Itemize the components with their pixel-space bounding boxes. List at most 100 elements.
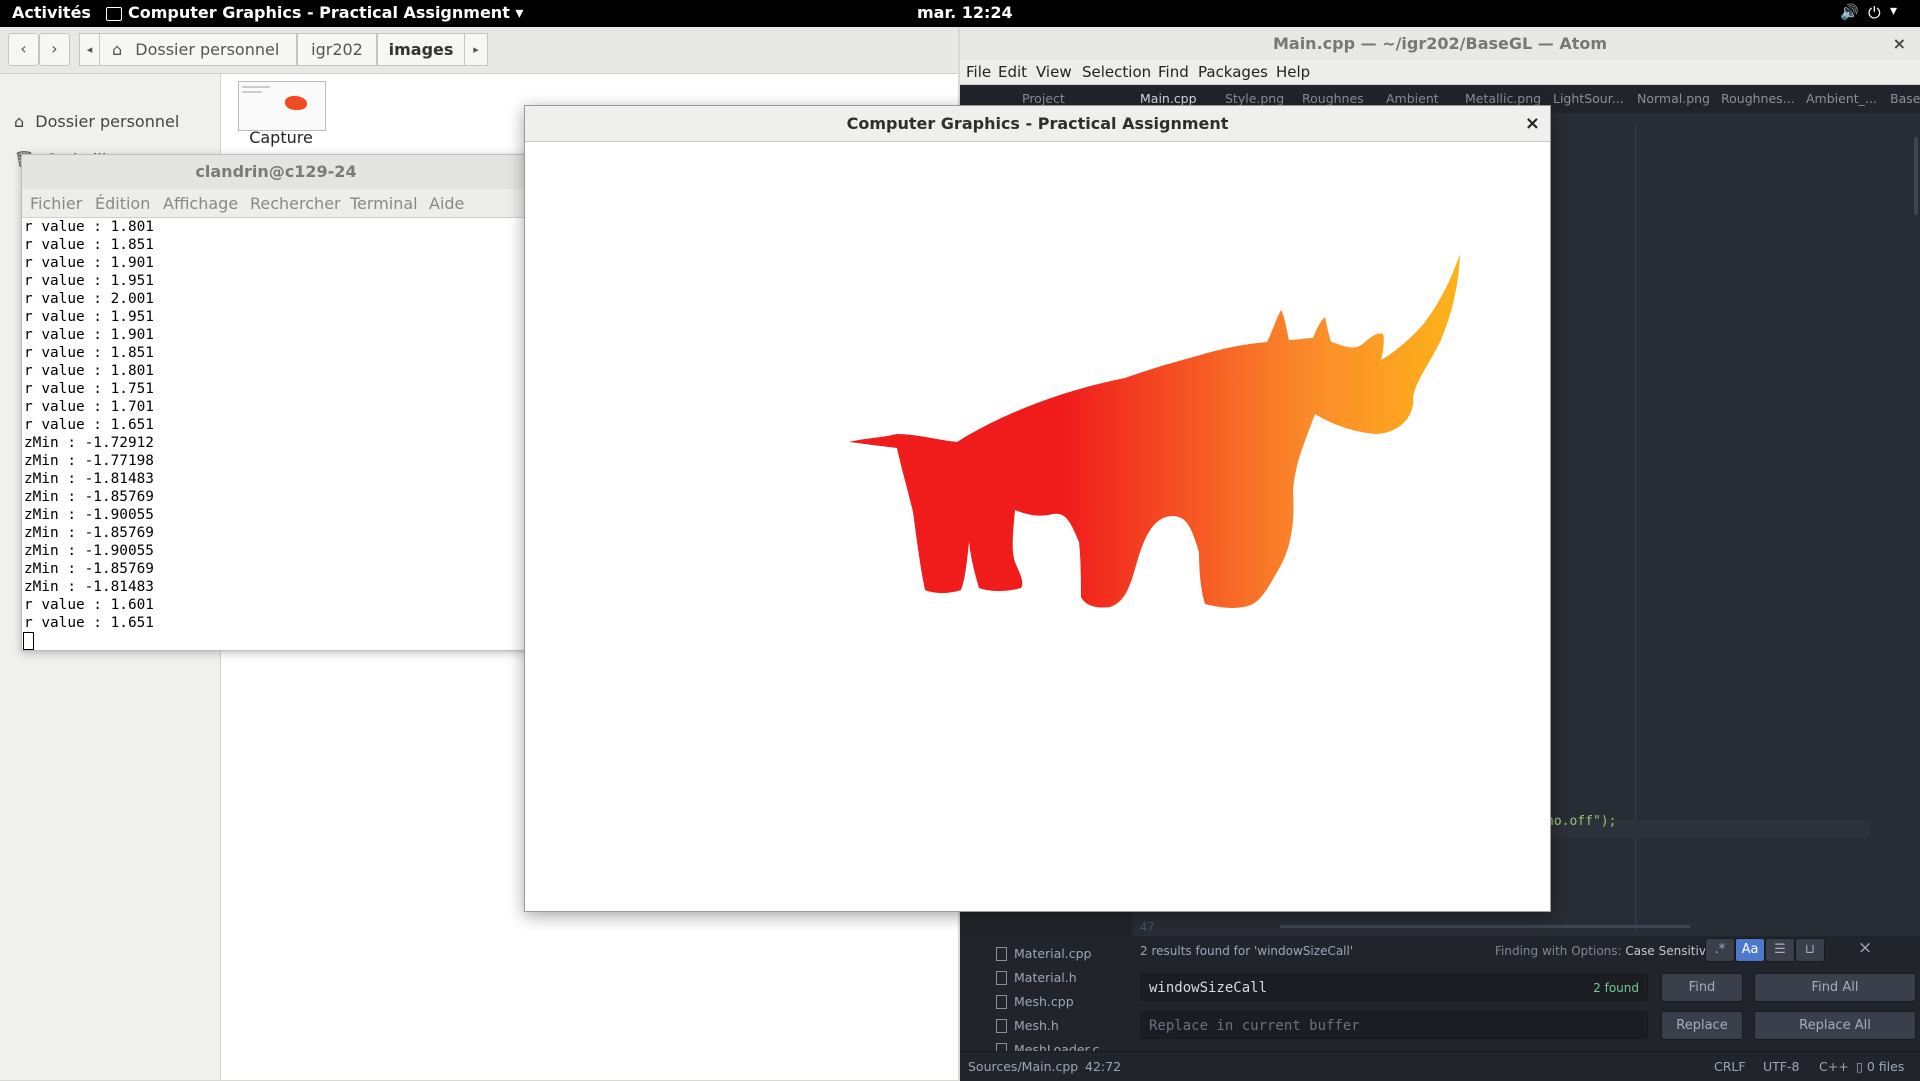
terminal-line: r value : 1.651 (24, 615, 154, 631)
terminal-line: r value : 1.651 (24, 417, 154, 433)
menu-fichier[interactable]: Fichier (30, 194, 82, 213)
case-sensitive-toggle[interactable]: Aa (1735, 938, 1765, 962)
tab-roughness[interactable]: Roughnes (1302, 91, 1364, 106)
file-icon (996, 947, 1007, 961)
replace-all-button[interactable]: Replace All (1754, 1011, 1916, 1040)
gl-window[interactable]: Computer Graphics - Practical Assignment… (524, 105, 1551, 912)
forward-button[interactable]: › (39, 33, 70, 66)
terminal-line: zMin : -1.81483 (24, 471, 154, 487)
regex-toggle[interactable]: .* (1705, 938, 1735, 962)
terminal-line: r value : 1.851 (24, 237, 154, 253)
render-canvas[interactable] (525, 142, 1550, 910)
tab-base[interactable]: Base (1890, 91, 1920, 106)
menu-edition[interactable]: Édition (95, 194, 150, 213)
status-files-label: 0 files (1866, 1059, 1905, 1074)
menu-terminal[interactable]: Terminal (350, 194, 418, 213)
file-icon (996, 995, 1007, 1009)
find-input-value: windowSizeCall (1149, 980, 1268, 996)
menu-edit[interactable]: Edit (998, 63, 1027, 81)
breadcrumb-scroll-left[interactable]: ◂ (79, 33, 100, 66)
activities-button[interactable]: Activités (12, 3, 91, 22)
status-cursor-position[interactable]: 42:72 (1085, 1059, 1121, 1074)
breadcrumb-igr202[interactable]: igr202 (297, 33, 377, 66)
tree-item-mesh-h[interactable]: Mesh.h (996, 1018, 1059, 1033)
rhino-body (849, 254, 1460, 608)
file-thumbnail[interactable] (238, 81, 326, 131)
chevron-down-icon[interactable]: ▾ (1890, 3, 1897, 19)
find-button[interactable]: Find (1661, 973, 1743, 1002)
file-label[interactable]: Capture (238, 128, 324, 147)
menu-view[interactable]: View (1036, 63, 1072, 81)
tree-item-material-h[interactable]: Material.h (996, 970, 1077, 985)
find-results-text: 2 results found for 'windowSizeCall' (1140, 944, 1354, 958)
wrap-guide (1635, 124, 1636, 932)
breadcrumb-label: Dossier personnel (135, 40, 280, 59)
replace-input[interactable]: Replace in current buffer (1140, 1011, 1648, 1039)
breadcrumb-images[interactable]: images (377, 33, 465, 66)
close-icon[interactable]: × (1893, 27, 1906, 60)
tree-item-label: Material.h (1014, 970, 1077, 985)
file-icon (996, 1019, 1007, 1033)
app-menu-label: Computer Graphics - Practical Assignment (128, 3, 510, 22)
menu-file[interactable]: File (966, 63, 991, 81)
menu-aide[interactable]: Aide (429, 194, 464, 213)
tree-item-mesh-cpp[interactable]: Mesh.cpp (996, 994, 1074, 1009)
menu-selection[interactable]: Selection (1082, 63, 1151, 81)
sidebar-item-label: Dossier personnel (35, 112, 180, 131)
terminal-title: clandrin@c129-24 (22, 155, 530, 189)
menu-find[interactable]: Find (1158, 63, 1189, 81)
tab-style-png[interactable]: Style.png (1225, 91, 1284, 106)
clock[interactable]: mar. 12:24 (917, 3, 1013, 22)
atom-title-text: Main.cpp — ~/igr202/BaseGL — Atom (1272, 34, 1608, 53)
status-line-ending[interactable]: CRLF (1714, 1059, 1746, 1074)
tab-main-cpp[interactable]: Main.cpp (1140, 91, 1197, 106)
close-icon[interactable]: × (1858, 938, 1872, 958)
find-panel: 2 results found for 'windowSizeCall' Fin… (1132, 936, 1920, 1060)
in-selection-toggle[interactable]: ☰ (1765, 938, 1795, 962)
editor-scrollbar[interactable] (1914, 137, 1918, 215)
replace-button[interactable]: Replace (1661, 1011, 1743, 1040)
terminal-line: r value : 1.801 (24, 219, 154, 235)
menu-help[interactable]: Help (1276, 63, 1310, 81)
whole-word-toggle[interactable]: ⊔ (1795, 938, 1825, 962)
horizontal-scrollbar[interactable] (1280, 925, 1690, 928)
terminal-output[interactable]: r value : 1.801 r value : 1.851 r value : … (24, 218, 154, 632)
menu-packages[interactable]: Packages (1198, 63, 1268, 81)
terminal-line: zMin : -1.85769 (24, 525, 154, 541)
tab-lightsource[interactable]: LightSour... (1553, 91, 1624, 106)
tab-project[interactable]: Project (1022, 91, 1065, 106)
breadcrumb-scroll-right[interactable]: ▸ (464, 33, 488, 66)
close-icon[interactable]: × (1525, 106, 1540, 141)
terminal-line: r value : 1.901 (24, 327, 154, 343)
tree-item-material-cpp[interactable]: Material.cpp (996, 946, 1092, 961)
atom-title: Main.cpp — ~/igr202/BaseGL — Atom × (960, 27, 1920, 60)
breadcrumb-home[interactable]: ⌂ Dossier personnel (99, 33, 297, 66)
status-encoding[interactable]: UTF-8 (1763, 1059, 1799, 1074)
home-icon: ⌂ (112, 40, 123, 59)
back-button[interactable]: ‹ (8, 33, 39, 66)
volume-icon[interactable]: 🔊 (1840, 3, 1859, 21)
tab-ambient[interactable]: Ambient (1386, 91, 1439, 106)
terminal-window[interactable]: clandrin@c129-24 Fichier Édition Afficha… (21, 154, 531, 651)
status-file-path[interactable]: Sources/Main.cpp (968, 1059, 1078, 1074)
power-icon[interactable]: ⏻ (1868, 3, 1881, 23)
clipboard-icon: ▯ (1856, 1059, 1863, 1074)
find-input[interactable]: windowSizeCall 2 found (1140, 973, 1648, 1001)
find-all-button[interactable]: Find All (1754, 973, 1916, 1002)
tree-item-label: Mesh.h (1014, 1018, 1059, 1033)
tab-roughness-2[interactable]: Roughnes... (1721, 91, 1795, 106)
menu-rechercher[interactable]: Rechercher (250, 194, 341, 213)
chevron-left-icon: ‹ (20, 39, 27, 58)
tree-item-label: Mesh.cpp (1014, 994, 1074, 1009)
status-grammar[interactable]: C++ (1819, 1059, 1849, 1074)
chevron-down-icon: ▾ (515, 3, 524, 22)
status-files[interactable]: ▯ 0 files (1856, 1059, 1904, 1074)
terminal-line: r value : 1.751 (24, 381, 154, 397)
app-menu[interactable]: Computer Graphics - Practical Assignment… (128, 3, 523, 22)
menu-affichage[interactable]: Affichage (163, 194, 238, 213)
sidebar-item-home[interactable]: ⌂ Dossier personnel (14, 112, 179, 131)
tab-metallic-png[interactable]: Metallic.png (1465, 91, 1541, 106)
tab-normal-png[interactable]: Normal.png (1637, 91, 1710, 106)
terminal-line: zMin : -1.77198 (24, 453, 154, 469)
tab-ambient-2[interactable]: Ambient_... (1806, 91, 1877, 106)
